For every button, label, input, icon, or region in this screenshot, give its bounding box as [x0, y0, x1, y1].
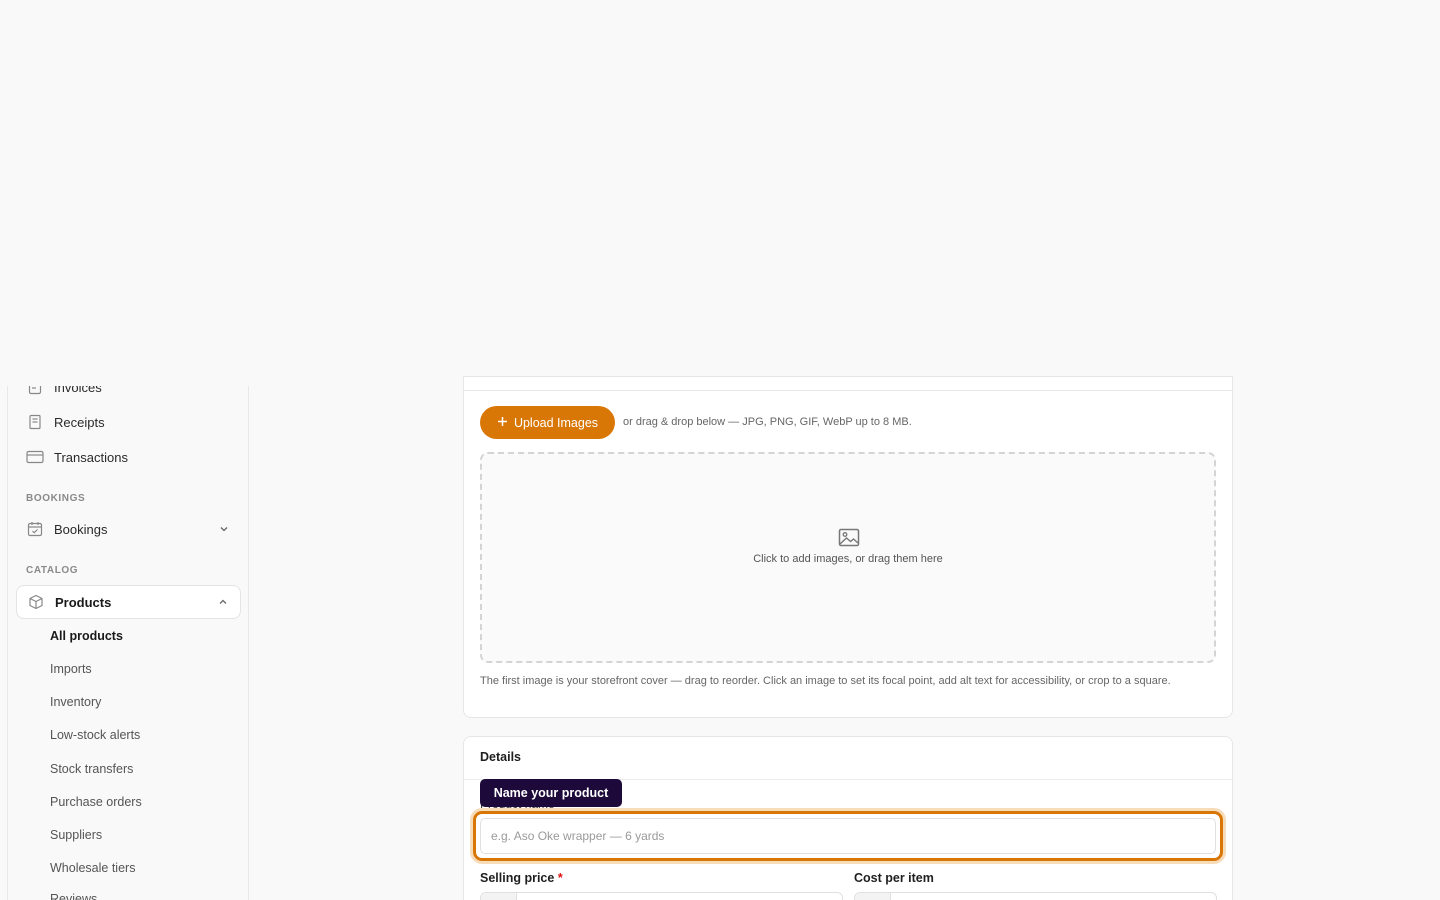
box-icon	[27, 593, 45, 611]
details-card: Details Product name Name your product S…	[463, 736, 1233, 900]
sidebar-subitem-reviews[interactable]: Reviews	[50, 892, 97, 900]
cover-note: The first image is your storefront cover…	[480, 675, 1171, 687]
sidebar-subitem-inventory[interactable]: Inventory	[50, 695, 101, 709]
calendar-check-icon	[26, 520, 44, 538]
sidebar-item-products[interactable]: Products	[16, 585, 241, 619]
card-icon	[26, 448, 44, 466]
section-label-catalog: CATALOG	[26, 565, 79, 576]
sidebar-subitem-all-products[interactable]: All products	[50, 629, 123, 643]
images-card: Upload Images or drag & drop below — JPG…	[463, 376, 1233, 718]
invoice-icon	[26, 386, 44, 396]
sidebar-subitem-imports[interactable]: Imports	[50, 662, 92, 676]
sidebar-item-label: Receipts	[54, 414, 105, 430]
sidebar-subitem-stock-transfers[interactable]: Stock transfers	[50, 762, 133, 776]
sidebar-item-label: Bookings	[54, 521, 108, 537]
image-icon	[838, 528, 860, 548]
sidebar-item-label: Transactions	[54, 449, 128, 465]
sidebar-item-bookings[interactable]: Bookings	[16, 512, 241, 546]
card-divider	[464, 390, 1232, 391]
selling-price-input[interactable]	[480, 892, 843, 900]
image-dropzone[interactable]: Click to add images, or drag them here	[480, 452, 1216, 663]
sidebar-item-label: Products	[55, 594, 112, 610]
sidebar-item-invoices[interactable]: Invoices	[16, 386, 241, 404]
details-title: Details	[480, 750, 521, 764]
sidebar-subitem-purchase-orders[interactable]: Purchase orders	[50, 795, 142, 809]
product-name-input[interactable]	[480, 818, 1216, 854]
sidebar-item-transactions[interactable]: Transactions	[16, 440, 241, 474]
sidebar-subitem-wholesale-tiers[interactable]: Wholesale tiers	[50, 861, 135, 875]
receipt-icon	[26, 413, 44, 431]
chevron-down-icon	[219, 524, 229, 534]
upload-images-button[interactable]: Upload Images	[480, 406, 615, 439]
selling-price-label-text: Selling price	[480, 871, 555, 885]
product-name-focus-ring	[473, 811, 1223, 861]
sidebar-subitem-suppliers[interactable]: Suppliers	[50, 828, 102, 842]
upload-hint: or drag & drop below — JPG, PNG, GIF, We…	[623, 416, 912, 428]
section-label-bookings: BOOKINGS	[26, 493, 86, 504]
upload-images-label: Upload Images	[513, 415, 599, 430]
dropzone-text: Click to add images, or drag them here	[753, 553, 943, 565]
sidebar-subitem-low-stock-alerts[interactable]: Low-stock alerts	[50, 728, 140, 742]
cost-per-item-input[interactable]	[854, 892, 1217, 900]
chevron-up-icon	[218, 597, 228, 607]
currency-prefix	[855, 893, 891, 900]
sidebar: Invoices Receipts Transactions BOOKINGS …	[7, 386, 249, 900]
tooltip: Name your product	[480, 779, 622, 807]
required-mark: *	[557, 871, 563, 885]
sidebar-item-label: Invoices	[54, 386, 102, 395]
cost-per-item-label: Cost per item	[854, 871, 934, 885]
sidebar-item-receipts[interactable]: Receipts	[16, 405, 241, 439]
plus-icon	[497, 416, 508, 430]
currency-prefix	[481, 893, 517, 900]
selling-price-label: Selling price *	[480, 871, 563, 885]
